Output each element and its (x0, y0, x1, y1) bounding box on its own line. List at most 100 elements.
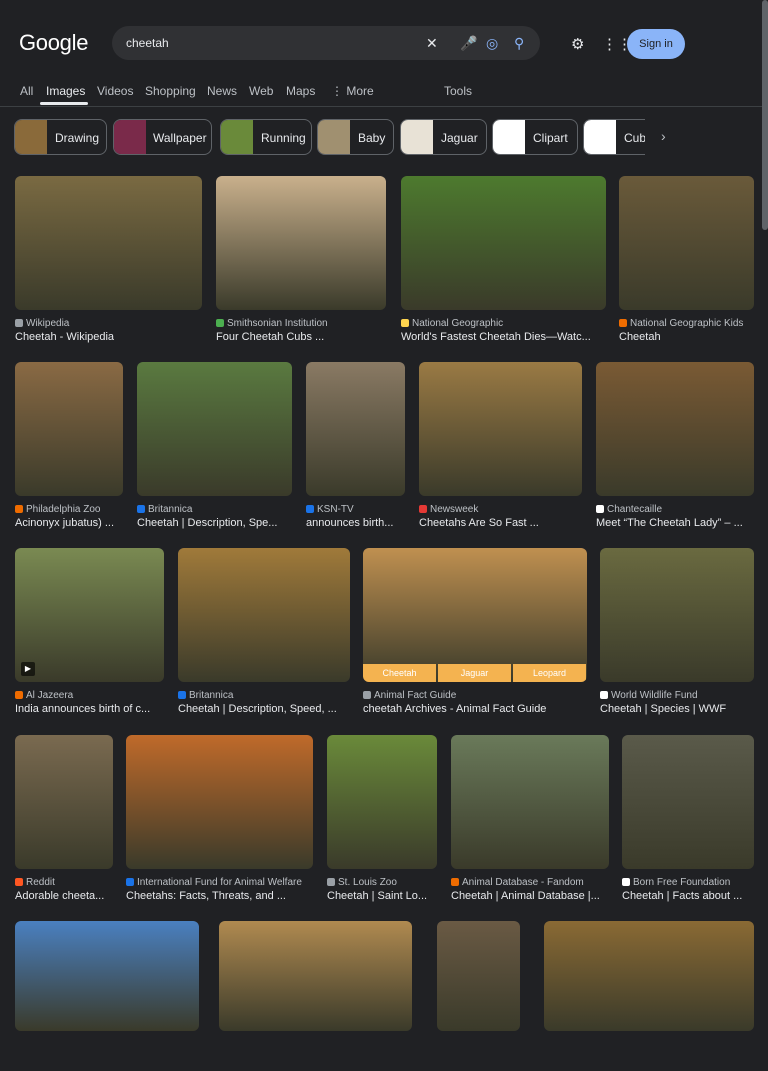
search-icon[interactable]: ⚲ (514, 34, 524, 52)
result-title[interactable]: Meet “The Cheetah Lady” – ... (596, 517, 758, 529)
result-source[interactable]: Smithsonian Institution (216, 318, 390, 329)
sign-in-button[interactable]: Sign in (627, 29, 685, 59)
image-result-card[interactable]: Cheetah Jaguar Leopard Animal Fact Guide che… (363, 548, 587, 722)
result-thumbnail[interactable] (15, 921, 199, 1031)
result-thumbnail[interactable] (327, 735, 437, 869)
chevron-right-icon[interactable]: › (661, 128, 666, 144)
image-result-card[interactable]: ▶ Al Jazeera India announces birth of c... (15, 548, 164, 722)
image-result-card[interactable]: Chantecaille Meet “The Cheetah Lady” – ..… (596, 362, 754, 536)
result-source[interactable]: Animal Database - Fandom (451, 877, 613, 888)
result-title[interactable]: Acinonyx jubatus) ... (15, 517, 127, 529)
image-result-card[interactable] (15, 921, 199, 1071)
result-thumbnail[interactable] (451, 735, 609, 869)
result-source[interactable]: St. Louis Zoo (327, 877, 441, 888)
result-thumbnail[interactable] (15, 176, 202, 310)
result-source[interactable]: KSN-TV (306, 504, 409, 515)
chip-wallpaper[interactable]: Wallpaper (113, 119, 212, 155)
result-source[interactable]: Philadelphia Zoo (15, 504, 127, 515)
result-title[interactable]: India announces birth of c... (15, 703, 168, 715)
result-thumbnail[interactable] (401, 176, 606, 310)
result-thumbnail[interactable] (600, 548, 754, 682)
chip-jaguar[interactable]: Jaguar (400, 119, 487, 155)
result-title[interactable]: World's Fastest Cheetah Dies—Watc... (401, 331, 610, 343)
image-result-card[interactable]: National Geographic Kids Cheetah (619, 176, 754, 350)
result-source[interactable]: National Geographic (401, 318, 610, 329)
result-thumbnail[interactable] (126, 735, 313, 869)
tab-news[interactable]: News (207, 84, 237, 98)
result-thumbnail[interactable] (596, 362, 754, 496)
result-title[interactable]: cheetah Archives - Animal Fact Guide (363, 703, 591, 715)
image-result-card[interactable]: St. Louis Zoo Cheetah | Saint Lo... (327, 735, 437, 909)
image-result-card[interactable]: Wikipedia Cheetah - Wikipedia (15, 176, 202, 350)
result-title[interactable]: Cheetahs Are So Fast ... (419, 517, 586, 529)
image-result-card[interactable]: Britannica Cheetah | Description, Speed, … (178, 548, 350, 722)
tab-shopping[interactable]: Shopping (145, 84, 196, 98)
result-thumbnail[interactable]: Cheetah Jaguar Leopard (363, 548, 587, 682)
image-result-card[interactable] (437, 921, 520, 1071)
tab-images[interactable]: Images (46, 84, 85, 98)
chip-baby[interactable]: Baby (317, 119, 394, 155)
image-result-card[interactable]: Smithsonian Institution Four Cheetah Cubs… (216, 176, 386, 350)
image-result-card[interactable]: Britannica Cheetah | Description, Spe... (137, 362, 292, 536)
image-result-card[interactable]: Reddit Adorable cheeta... (15, 735, 113, 909)
chip-drawing[interactable]: Drawing (14, 119, 107, 155)
result-source[interactable]: National Geographic Kids (619, 318, 758, 329)
result-title[interactable]: Cheetah (619, 331, 758, 343)
result-title[interactable]: Cheetah - Wikipedia (15, 331, 206, 343)
result-title[interactable]: announces birth... (306, 517, 409, 529)
google-logo[interactable]: Google (19, 30, 88, 56)
result-thumbnail[interactable] (544, 921, 754, 1031)
result-title[interactable]: Adorable cheeta... (15, 890, 117, 902)
result-source[interactable]: Britannica (137, 504, 296, 515)
image-result-card[interactable]: National Geographic World's Fastest Cheet… (401, 176, 606, 350)
chip-clipart[interactable]: Clipart (492, 119, 578, 155)
mic-icon[interactable]: 🎤 (460, 34, 477, 52)
image-result-card[interactable]: Philadelphia Zoo Acinonyx jubatus) ... (15, 362, 123, 536)
chip-cub[interactable]: Cub (583, 119, 645, 155)
chip-running[interactable]: Running (220, 119, 312, 155)
result-thumbnail[interactable] (622, 735, 754, 869)
tab-tools[interactable]: Tools (444, 84, 472, 98)
tab-maps[interactable]: Maps (286, 84, 315, 98)
result-source[interactable]: Britannica (178, 690, 354, 701)
tab-videos[interactable]: Videos (97, 84, 133, 98)
result-title[interactable]: Cheetah | Description, Speed, ... (178, 703, 354, 715)
result-source[interactable]: International Fund for Animal Welfare (126, 877, 317, 888)
result-thumbnail[interactable] (137, 362, 292, 496)
result-thumbnail[interactable] (178, 548, 350, 682)
result-source[interactable]: Al Jazeera (15, 690, 168, 701)
image-result-card[interactable] (219, 921, 412, 1071)
search-input[interactable]: cheetah (126, 36, 169, 50)
result-title[interactable]: Cheetah | Species | WWF (600, 703, 758, 715)
result-source[interactable]: Born Free Foundation (622, 877, 758, 888)
result-thumbnail[interactable]: ▶ (15, 548, 164, 682)
result-source[interactable]: Chantecaille (596, 504, 758, 515)
result-thumbnail[interactable] (219, 921, 412, 1031)
result-thumbnail[interactable] (306, 362, 405, 496)
result-source[interactable]: Reddit (15, 877, 117, 888)
image-result-card[interactable]: World Wildlife Fund Cheetah | Species | W… (600, 548, 754, 722)
result-title[interactable]: Cheetahs: Facts, Threats, and ... (126, 890, 317, 902)
scrollbar[interactable] (762, 0, 768, 230)
close-icon[interactable]: ✕ (426, 34, 438, 52)
tab-more[interactable]: ⋮ More (331, 84, 374, 98)
result-source[interactable]: Animal Fact Guide (363, 690, 591, 701)
result-source[interactable]: World Wildlife Fund (600, 690, 758, 701)
image-result-card[interactable]: KSN-TV announces birth... (306, 362, 405, 536)
result-title[interactable]: Cheetah | Description, Spe... (137, 517, 296, 529)
search-box[interactable]: cheetah ✕ 🎤 ◎ ⚲ (112, 26, 540, 60)
image-result-card[interactable]: Newsweek Cheetahs Are So Fast ... (419, 362, 582, 536)
result-thumbnail[interactable] (619, 176, 754, 310)
result-thumbnail[interactable] (15, 362, 123, 496)
result-thumbnail[interactable] (419, 362, 582, 496)
result-thumbnail[interactable] (216, 176, 386, 310)
result-source[interactable]: Wikipedia (15, 318, 206, 329)
image-result-card[interactable]: Animal Database - Fandom Cheetah | Animal… (451, 735, 609, 909)
result-title[interactable]: Cheetah | Saint Lo... (327, 890, 441, 902)
gear-icon[interactable]: ⚙ (571, 35, 584, 53)
result-title[interactable]: Four Cheetah Cubs ... (216, 331, 390, 343)
result-source[interactable]: Newsweek (419, 504, 586, 515)
result-title[interactable]: Cheetah | Facts about ... (622, 890, 758, 902)
result-thumbnail[interactable] (15, 735, 113, 869)
image-result-card[interactable]: International Fund for Animal Welfare Che… (126, 735, 313, 909)
